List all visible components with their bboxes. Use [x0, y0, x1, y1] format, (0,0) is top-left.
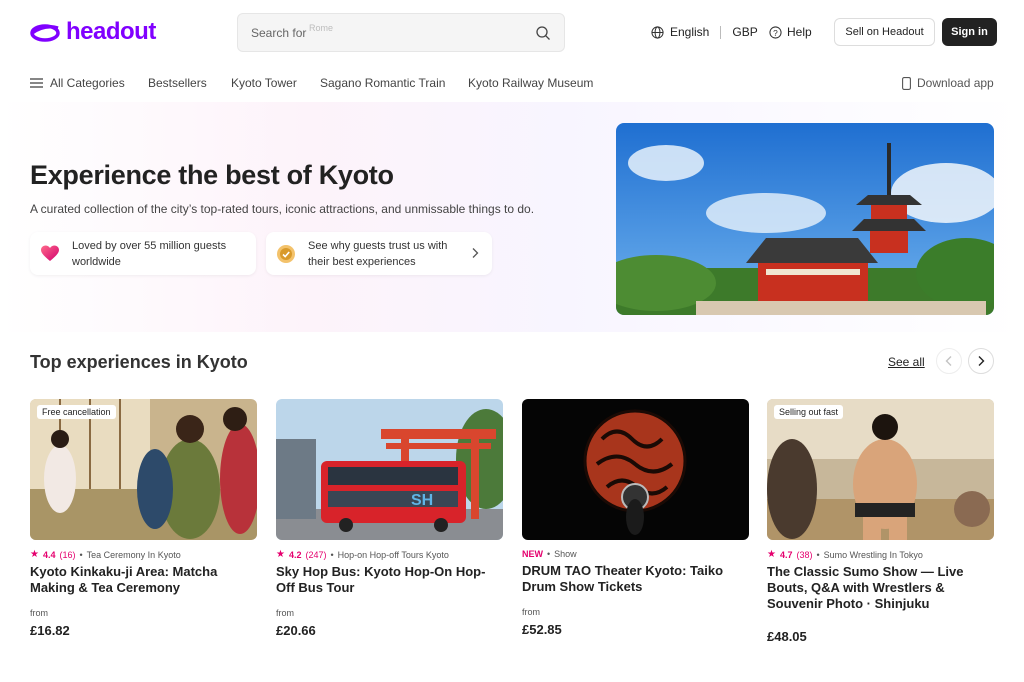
help-link[interactable]: ? Help	[769, 25, 812, 39]
meta-separator: •	[547, 549, 551, 559]
card-category: Sumo Wrestling In Tokyo	[823, 549, 923, 560]
experience-card[interactable]: NEW • Show DRUM TAO Theater Kyoto: Taiko…	[522, 399, 749, 637]
review-count: (38)	[796, 549, 813, 560]
nav-kyoto-railway-museum[interactable]: Kyoto Railway Museum	[468, 76, 593, 90]
help-icon: ?	[769, 25, 782, 39]
nav-all-categories[interactable]: All Categories	[30, 76, 125, 90]
card-category: Tea Ceremony In Kyoto	[86, 549, 181, 560]
carousel-prev-button[interactable]	[936, 348, 962, 374]
card-meta: NEW • Show	[522, 549, 749, 559]
svg-text:?: ?	[773, 27, 778, 37]
card-title[interactable]: Kyoto Kinkaku-ji Area: Matcha Making & T…	[30, 564, 257, 596]
experience-card[interactable]: Selling out fast ★ 4.7 (38) • Sumo Wrest…	[767, 399, 994, 644]
nav-kyoto-tower[interactable]: Kyoto Tower	[231, 76, 297, 90]
header: headout Search for Rome English GBP ? He…	[0, 0, 1024, 64]
experience-card[interactable]: Free cancellation ★ 4.4 (16) • Tea Cerem…	[30, 399, 257, 638]
card-image[interactable]: SH	[276, 399, 503, 540]
meta-separator: •	[79, 549, 83, 560]
language-label: English	[670, 25, 710, 39]
download-label: Download app	[917, 76, 994, 90]
menu-icon	[30, 78, 43, 88]
free-cancellation-badge: Free cancellation	[37, 405, 116, 419]
card-image[interactable]: Selling out fast	[767, 399, 994, 540]
currency-label[interactable]: GBP	[732, 25, 757, 39]
card-price: £20.66	[276, 623, 316, 638]
star-icon: ★	[30, 549, 39, 560]
language-selector[interactable]: English GBP	[651, 25, 758, 39]
chevron-right-icon	[978, 356, 985, 366]
headout-logo-icon	[30, 24, 60, 42]
hero-image-kiyomizu-temple	[616, 123, 994, 315]
card-meta: ★ 4.2 (247) • Hop-on Hop-off Tours Kyoto	[276, 549, 503, 560]
new-label: NEW	[522, 549, 543, 559]
category-nav: All Categories Bestsellers Kyoto Tower S…	[0, 64, 1024, 102]
card-image[interactable]: Free cancellation	[30, 399, 257, 540]
card-price: £52.85	[522, 622, 562, 637]
taiko-drum-show-image	[522, 399, 749, 540]
card-image[interactable]	[522, 399, 749, 540]
search-ghost-text: Rome	[309, 23, 334, 33]
logo[interactable]: headout	[30, 18, 156, 46]
price-from-label: from	[276, 608, 294, 618]
chevron-right-icon	[472, 248, 479, 258]
card-title[interactable]: DRUM TAO Theater Kyoto: Taiko Drum Show …	[522, 563, 749, 595]
rating-value: 4.7	[779, 549, 793, 560]
trust-text: Loved by over 55 million guests worldwid…	[72, 239, 227, 268]
card-meta: ★ 4.4 (16) • Tea Ceremony In Kyoto	[30, 549, 257, 560]
experience-card[interactable]: SH ★ 4.2 (247) • Hop-on Hop-off Tours Ky…	[276, 399, 503, 638]
carousel-next-button[interactable]	[968, 348, 994, 374]
page-title: Experience the best of Kyoto	[30, 160, 394, 190]
sign-in-button[interactable]: Sign in	[942, 18, 997, 46]
hop-on-bus-image: SH	[276, 399, 503, 540]
card-price: £16.82	[30, 623, 70, 638]
meta-separator: •	[330, 549, 334, 560]
search-label: Search for	[251, 26, 307, 40]
card-title[interactable]: The Classic Sumo Show — Live Bouts, Q&A …	[767, 564, 994, 612]
tea-ceremony-image	[30, 399, 257, 540]
card-category: Hop-on Hop-off Tours Kyoto	[337, 549, 449, 560]
selling-out-fast-badge: Selling out fast	[774, 405, 844, 419]
card-price: £48.05	[767, 629, 807, 644]
pagoda-illustration	[616, 123, 994, 315]
nav-sagano-romantic-train[interactable]: Sagano Romantic Train	[320, 76, 445, 90]
rating-value: 4.2	[288, 549, 302, 560]
heart-icon	[41, 245, 59, 261]
search-input[interactable]: Search for Rome	[237, 13, 565, 52]
section-title: Top experiences in Kyoto	[30, 352, 248, 372]
nav-bestsellers[interactable]: Bestsellers	[148, 76, 207, 90]
price-from-label: from	[522, 607, 540, 617]
star-icon: ★	[767, 549, 776, 560]
review-count: (247)	[305, 549, 327, 560]
see-all-link[interactable]: See all	[888, 355, 925, 369]
phone-icon	[902, 76, 911, 90]
star-icon: ★	[276, 549, 285, 560]
sumo-show-image	[767, 399, 994, 540]
download-app-link[interactable]: Download app	[902, 76, 994, 90]
svg-text:SH: SH	[411, 492, 433, 509]
chevron-left-icon	[945, 356, 952, 366]
card-category: Show	[554, 549, 577, 559]
help-label: Help	[787, 25, 812, 39]
meta-separator: •	[816, 549, 820, 560]
sell-on-headout-button[interactable]: Sell on Headout	[834, 18, 935, 46]
trust-badge-reviews[interactable]: See why guests trust us with their best …	[266, 232, 492, 275]
nav-item-label: All Categories	[50, 76, 125, 90]
logo-text: headout	[66, 18, 156, 45]
search-icon[interactable]	[535, 25, 551, 41]
hero-subtitle: A curated collection of the city’s top-r…	[30, 202, 535, 216]
card-meta: ★ 4.7 (38) • Sumo Wrestling In Tokyo	[767, 549, 994, 560]
trust-badge-guests: Loved by over 55 million guests worldwid…	[30, 232, 256, 275]
divider	[720, 25, 722, 39]
trust-text: See why guests trust us with their best …	[308, 239, 448, 268]
rating-value: 4.4	[42, 549, 56, 560]
award-badge-icon	[277, 244, 295, 263]
globe-icon	[651, 25, 664, 39]
card-title[interactable]: Sky Hop Bus: Kyoto Hop-On Hop-Off Bus To…	[276, 564, 503, 596]
review-count: (16)	[59, 549, 76, 560]
price-from-label: from	[30, 608, 48, 618]
